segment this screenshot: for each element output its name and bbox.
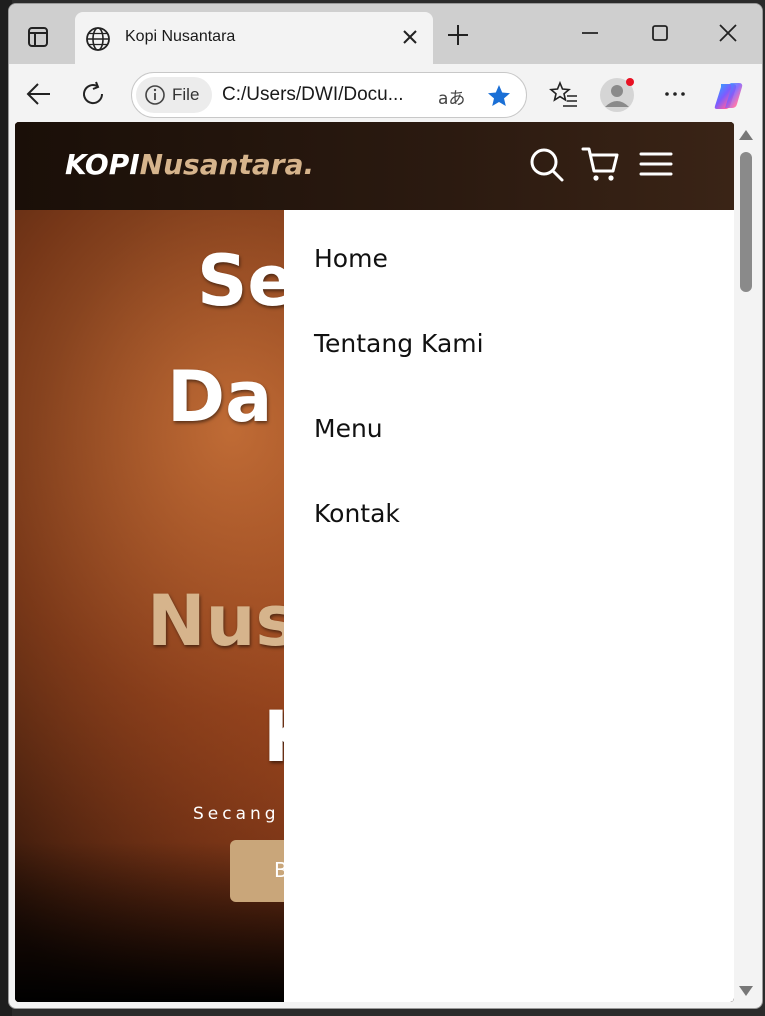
back-icon[interactable] (25, 80, 53, 108)
hero-subtitle: Secang (193, 804, 280, 824)
translate-icon[interactable]: aあ (438, 84, 465, 109)
page-scrollbar[interactable] (735, 122, 757, 1002)
menu-item-menu[interactable]: Menu (314, 414, 383, 443)
close-tab-icon[interactable] (401, 28, 419, 46)
menu-item-kontak[interactable]: Kontak (314, 499, 400, 528)
tab-kopi-nusantara[interactable]: Kopi Nusantara (75, 12, 433, 64)
refresh-icon[interactable] (79, 80, 107, 108)
logo-primary: KOPI (65, 148, 140, 181)
page-viewport: Se Da Nus K Secang B KOPINusantara. Home… (15, 122, 734, 1002)
site-navbar: KOPINusantara. (15, 122, 734, 210)
avatar (600, 78, 634, 112)
close-window-icon[interactable] (717, 22, 739, 44)
favorite-star-icon[interactable] (486, 83, 512, 109)
scheme-label: File (172, 85, 200, 104)
hero-heading-line1: Se (197, 240, 295, 322)
tab-actions-button[interactable] (23, 22, 53, 52)
url-text[interactable]: C:/Users/DWI/Docu... (222, 84, 404, 106)
address-bar[interactable]: File C:/Users/DWI/Docu... aあ (131, 72, 527, 118)
search-icon[interactable] (529, 147, 565, 183)
site-info-button[interactable]: File (136, 77, 212, 113)
globe-icon (86, 27, 110, 51)
scroll-thumb[interactable] (740, 152, 752, 292)
tab-title: Kopi Nusantara (125, 28, 236, 45)
hero-heading-line2: Da (167, 356, 273, 438)
copilot-icon[interactable] (711, 78, 747, 114)
nav-dropdown-menu: Home Tentang Kami Menu Kontak (284, 210, 734, 1002)
sidebar-icon (28, 27, 48, 47)
hamburger-menu-icon[interactable] (639, 149, 673, 179)
minimize-icon[interactable] (579, 22, 601, 44)
site-logo[interactable]: KOPINusantara. (65, 148, 314, 181)
new-tab-icon[interactable] (445, 22, 471, 48)
menu-item-tentang-kami[interactable]: Tentang Kami (314, 329, 484, 358)
more-options-icon[interactable] (661, 80, 689, 108)
scroll-down-arrow[interactable] (739, 986, 753, 996)
info-icon (145, 85, 165, 105)
maximize-icon[interactable] (649, 22, 671, 44)
hero-heading-accent: Nus (147, 580, 298, 662)
navigation-bar: File C:/Users/DWI/Docu... aあ (9, 64, 762, 124)
shopping-cart-icon[interactable] (581, 145, 621, 183)
menu-item-home[interactable]: Home (314, 244, 388, 273)
profile-button[interactable] (599, 77, 635, 113)
scroll-up-arrow[interactable] (739, 130, 753, 140)
logo-accent: Nusantara. (139, 148, 315, 181)
favorites-icon[interactable] (549, 80, 579, 110)
tab-bar: Kopi Nusantara (9, 4, 762, 64)
